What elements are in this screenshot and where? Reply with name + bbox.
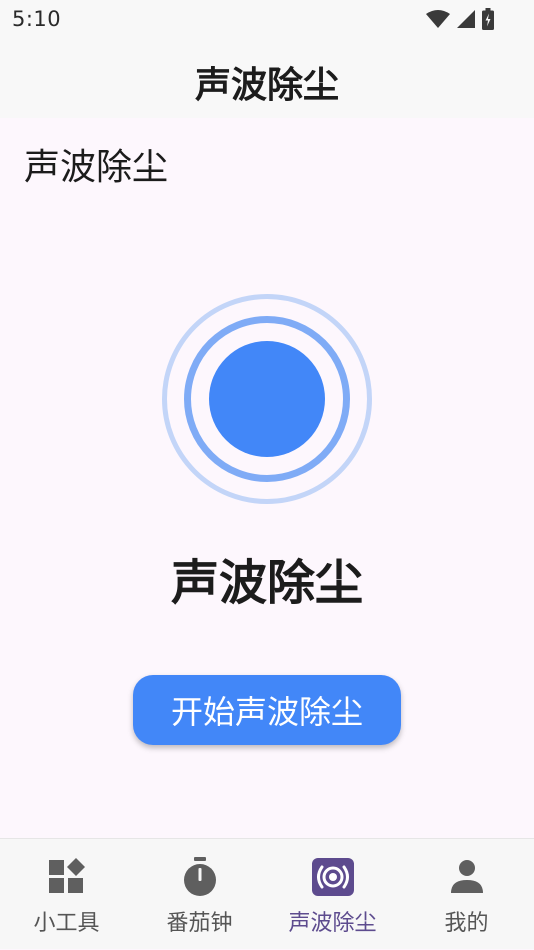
nav-label-pomodoro: 番茄钟 — [166, 911, 233, 936]
bottom-nav: 小工具 番茄钟 声波除尘 我的 — [0, 838, 534, 949]
app-bar: 声波除尘 — [0, 38, 534, 118]
status-icons — [426, 8, 494, 30]
battery-icon — [482, 8, 494, 30]
sonic-wave-graphic — [162, 294, 372, 504]
signal-icon — [457, 10, 475, 28]
nav-label-tools: 小工具 — [33, 911, 100, 936]
nav-item-sonic-cleaning[interactable]: 声波除尘 — [266, 839, 399, 950]
sound-wave-icon — [312, 858, 354, 896]
nav-item-profile[interactable]: 我的 — [400, 839, 533, 950]
person-icon — [451, 860, 483, 893]
start-button-label: 开始声波除尘 — [170, 693, 363, 731]
main-content: 声波除尘 声波除尘 开始声波除尘 — [0, 118, 534, 838]
nav-label-profile: 我的 — [444, 911, 489, 936]
section-title: 声波除尘 — [24, 147, 169, 188]
nav-item-tools[interactable]: 小工具 — [0, 839, 133, 950]
timer-icon — [184, 857, 216, 896]
wifi-icon — [426, 10, 450, 28]
start-sonic-cleaning-button[interactable]: 开始声波除尘 — [133, 675, 401, 745]
hero-title: 声波除尘 — [170, 555, 363, 611]
widgets-icon — [49, 858, 85, 893]
sonic-core-circle — [209, 341, 325, 457]
nav-label-sonic-cleaning: 声波除尘 — [288, 911, 377, 936]
status-bar: 5:10 — [0, 0, 534, 38]
status-time: 5:10 — [12, 7, 62, 31]
nav-item-pomodoro[interactable]: 番茄钟 — [133, 839, 266, 950]
app-title: 声波除尘 — [194, 65, 339, 106]
